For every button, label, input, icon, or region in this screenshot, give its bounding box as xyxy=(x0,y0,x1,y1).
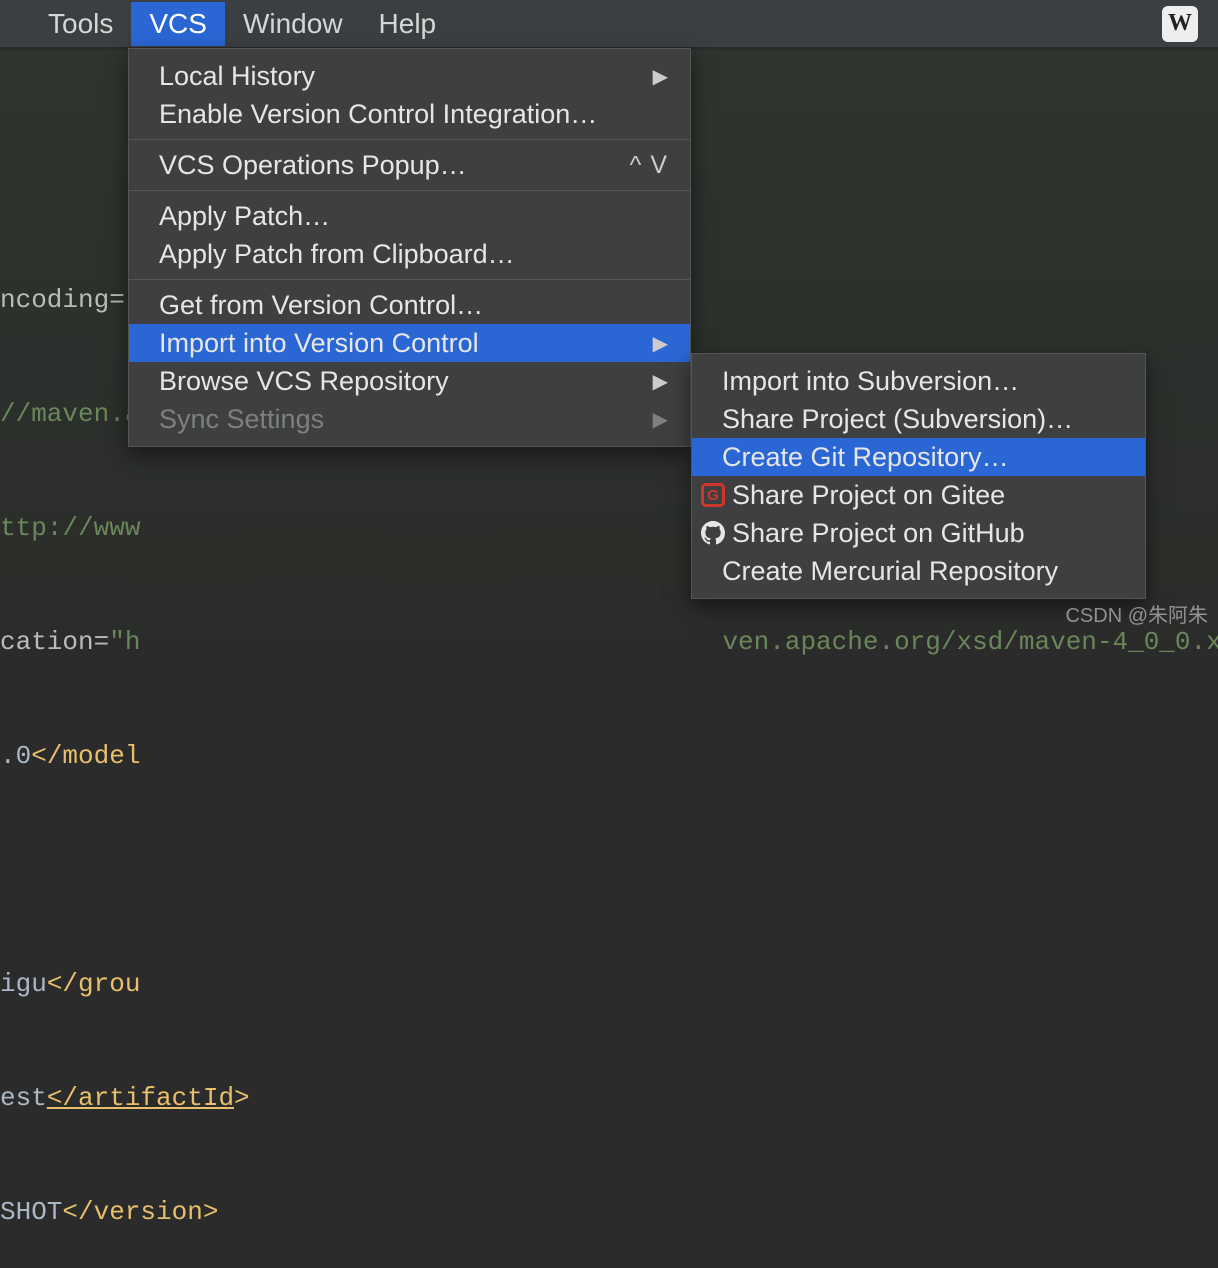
chevron-right-icon: ▶ xyxy=(653,369,668,394)
menu-get-from-vcs[interactable]: Get from Version Control… xyxy=(129,286,690,324)
import-vcs-submenu: Import into Subversion… Share Project (S… xyxy=(691,353,1146,599)
menu-sync-settings: Sync Settings ▶ xyxy=(129,400,690,438)
menu-create-mercurial-repo[interactable]: Create Mercurial Repository xyxy=(692,552,1145,590)
watermark-text: CSDN @朱阿朱 xyxy=(1065,599,1208,628)
menu-separator xyxy=(129,139,690,140)
menu-vcs[interactable]: VCS xyxy=(131,2,225,46)
chevron-right-icon: ▶ xyxy=(653,64,668,89)
menubar: Tools VCS Window Help W xyxy=(0,0,1218,48)
menu-import-subversion[interactable]: Import into Subversion… xyxy=(692,362,1145,400)
menu-separator xyxy=(129,279,690,280)
chevron-right-icon: ▶ xyxy=(653,331,668,356)
menu-import-into-vcs[interactable]: Import into Version Control ▶ xyxy=(129,324,690,362)
menu-apply-patch[interactable]: Apply Patch… xyxy=(129,197,690,235)
menu-share-gitee[interactable]: G Share Project on Gitee xyxy=(692,476,1145,514)
brand-icon: W xyxy=(1162,6,1198,42)
menu-tools[interactable]: Tools xyxy=(30,2,131,46)
menu-share-subversion[interactable]: Share Project (Subversion)… xyxy=(692,400,1145,438)
menu-browse-vcs-repo[interactable]: Browse VCS Repository ▶ xyxy=(129,362,690,400)
menu-local-history[interactable]: Local History ▶ xyxy=(129,57,690,95)
github-icon xyxy=(698,521,728,545)
menu-shortcut: ^ V xyxy=(630,151,668,180)
chevron-right-icon: ▶ xyxy=(653,407,668,432)
menu-apply-patch-clipboard[interactable]: Apply Patch from Clipboard… xyxy=(129,235,690,273)
menu-help[interactable]: Help xyxy=(361,2,455,46)
gitee-icon: G xyxy=(698,483,728,507)
menu-share-github[interactable]: Share Project on GitHub xyxy=(692,514,1145,552)
vcs-dropdown: Local History ▶ Enable Version Control I… xyxy=(128,48,691,447)
menu-enable-vcs-integration[interactable]: Enable Version Control Integration… xyxy=(129,95,690,133)
menu-vcs-operations-popup[interactable]: VCS Operations Popup… ^ V xyxy=(129,146,690,184)
menu-window[interactable]: Window xyxy=(225,2,361,46)
menu-separator xyxy=(129,190,690,191)
menu-create-git-repo[interactable]: Create Git Repository… xyxy=(692,438,1145,476)
